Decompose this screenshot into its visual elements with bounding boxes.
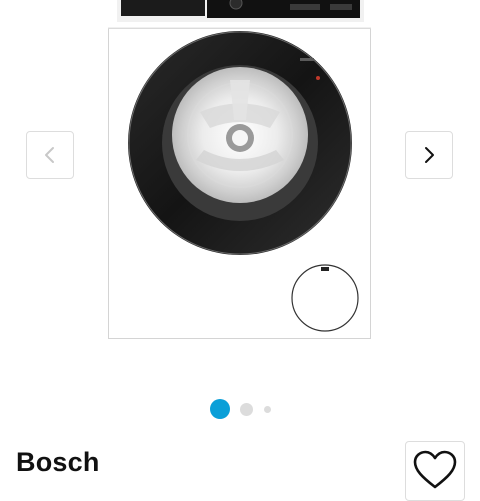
heart-icon: [413, 450, 457, 489]
add-to-wishlist-button[interactable]: [405, 441, 465, 501]
chevron-left-icon: [45, 147, 54, 163]
carousel-pagination: [0, 398, 480, 420]
pagination-dot[interactable]: [264, 406, 271, 413]
pagination-dot-active[interactable]: [210, 399, 230, 419]
previous-image-button[interactable]: [26, 131, 74, 179]
washing-machine-image: [108, 0, 371, 339]
pagination-dot[interactable]: [240, 403, 253, 416]
product-image-gallery: [0, 0, 480, 395]
chevron-right-icon: [425, 147, 434, 163]
next-image-button[interactable]: [405, 131, 453, 179]
brand-name[interactable]: Bosch: [16, 446, 100, 478]
